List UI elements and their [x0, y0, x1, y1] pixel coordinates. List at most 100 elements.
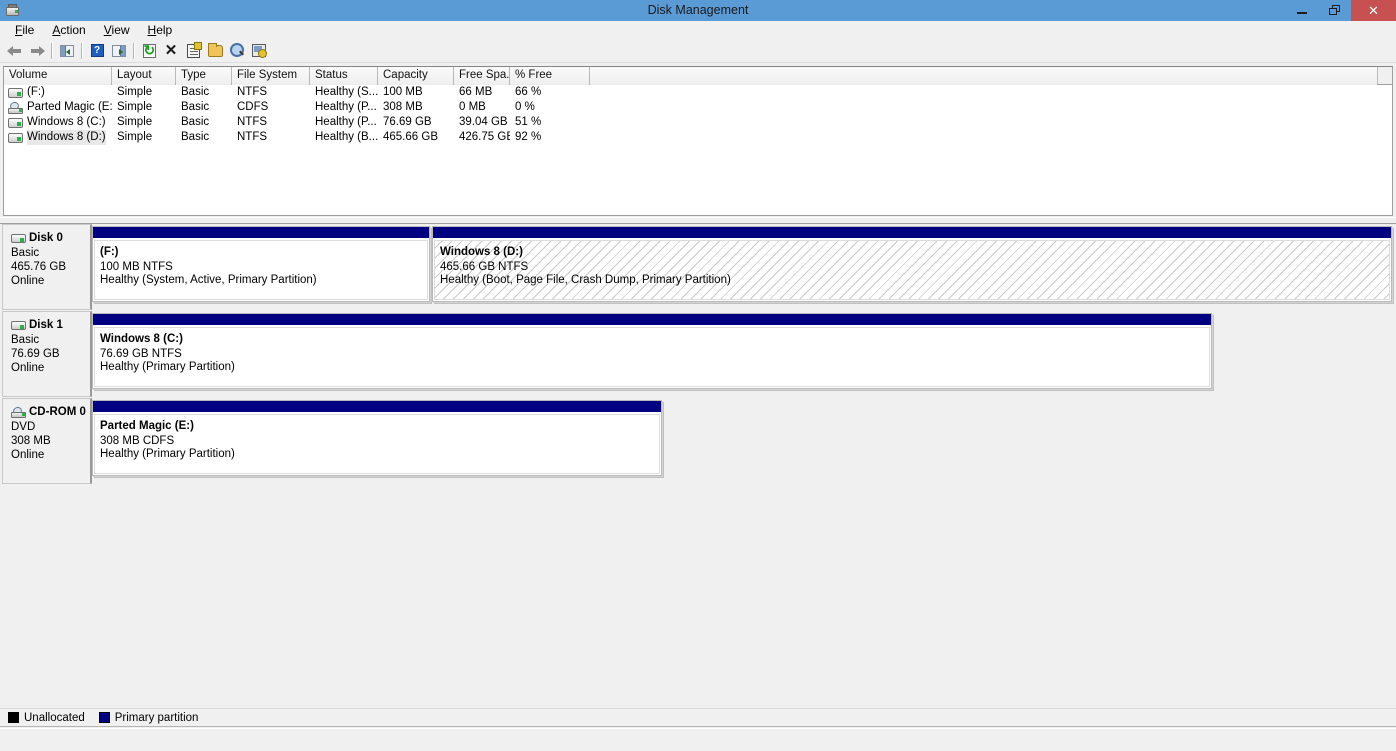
show-hide-console-tree-icon [112, 45, 126, 57]
disk-size: 308 MB [11, 434, 90, 448]
partition-title: (F:) [100, 246, 427, 260]
hard-drive-icon [8, 118, 23, 128]
table-row[interactable]: Windows 8 (C:)SimpleBasicNTFSHealthy (P.… [4, 115, 1392, 130]
properties-icon [187, 44, 200, 58]
minimize-button[interactable] [1285, 0, 1318, 21]
cell-free-space: 66 MB [454, 85, 510, 100]
volume-name-cell: Windows 8 (D:) [4, 130, 112, 145]
legend: Unallocated Primary partition [0, 708, 1396, 727]
graphical-view: Disk 0Basic465.76 GBOnline(F:)100 MB NTF… [0, 223, 1396, 708]
restore-icon [1329, 5, 1340, 16]
cell-capacity: 308 MB [378, 100, 454, 115]
legend-swatch [8, 712, 19, 723]
partition-block[interactable]: (F:)100 MB NTFSHealthy (System, Active, … [92, 226, 430, 302]
volume-name-cell: Windows 8 (C:) [4, 115, 112, 130]
toolbar-separator [81, 43, 83, 59]
column-header-free-spa[interactable]: Free Spa... [454, 67, 510, 85]
cell-layout: Simple [112, 115, 176, 130]
table-row[interactable]: Parted Magic (E:)SimpleBasicCDFSHealthy … [4, 100, 1392, 115]
disk-info-panel[interactable]: Disk 0Basic465.76 GBOnline [2, 224, 92, 310]
cell-free-space: 0 MB [454, 100, 510, 115]
menu-action[interactable]: Action [43, 22, 94, 38]
menu-view[interactable]: View [95, 22, 139, 38]
cell-layout: Simple [112, 130, 176, 145]
toolbar: ? ✕ [0, 39, 1396, 63]
disk-title: Disk 1 [11, 318, 90, 332]
legend-label: Unallocated [24, 712, 85, 724]
volume-label: Parted Magic (E:) [27, 100, 112, 115]
partition-block[interactable]: Parted Magic (E:)308 MB CDFSHealthy (Pri… [92, 400, 662, 476]
volume-list[interactable]: VolumeLayoutTypeFile SystemStatusCapacit… [3, 66, 1393, 216]
column-header-status[interactable]: Status [310, 67, 378, 85]
partition-block[interactable]: Windows 8 (D:)465.66 GB NTFSHealthy (Boo… [432, 226, 1392, 302]
disk-size: 465.76 GB [11, 260, 90, 274]
volume-label: Windows 8 (D:) [27, 130, 106, 145]
menu-help[interactable]: Help [139, 22, 182, 38]
cell-layout: Simple [112, 100, 176, 115]
cell-percent-free: 92 % [510, 130, 590, 145]
disk-status: Online [11, 448, 90, 462]
menu-file[interactable]: File [6, 22, 43, 38]
column-header-volume[interactable]: Volume [4, 67, 112, 85]
cell-status: Healthy (P... [310, 115, 378, 130]
window-titlebar[interactable]: Disk Management ✕ [0, 0, 1396, 21]
partition-size-fs: 308 MB CDFS [100, 435, 659, 449]
disk-name: Disk 0 [29, 231, 63, 245]
volume-name-cell: (F:) [4, 85, 112, 100]
legend-label: Primary partition [115, 712, 199, 724]
partition-health: Healthy (Primary Partition) [100, 448, 659, 462]
open-icon [208, 45, 223, 57]
forward-button[interactable] [26, 40, 48, 62]
column-header-type[interactable]: Type [176, 67, 232, 85]
rescan-disks-button[interactable] [248, 40, 270, 62]
disk-size: 76.69 GB [11, 347, 90, 361]
cell-status: Healthy (B... [310, 130, 378, 145]
cell-status: Healthy (S... [310, 85, 378, 100]
statusbar-text [0, 729, 1396, 751]
disk-info-panel[interactable]: Disk 1Basic76.69 GBOnline [2, 311, 92, 397]
cell-file-system: NTFS [232, 115, 310, 130]
table-row[interactable]: Windows 8 (D:)SimpleBasicNTFSHealthy (B.… [4, 130, 1392, 145]
volume-list-rows: (F:)SimpleBasicNTFSHealthy (S...100 MB66… [4, 85, 1392, 145]
cell-type: Basic [176, 115, 232, 130]
cell-layout: Simple [112, 85, 176, 100]
show-hide-console-tree-button[interactable] [108, 40, 130, 62]
disk-name: CD-ROM 0 [29, 405, 86, 419]
cell-percent-free: 51 % [510, 115, 590, 130]
restore-button[interactable] [1318, 0, 1351, 21]
hard-drive-icon [8, 88, 23, 98]
partition-health: Healthy (System, Active, Primary Partiti… [100, 274, 427, 288]
partition-title: Windows 8 (D:) [440, 246, 1389, 260]
zoom-button[interactable] [226, 40, 248, 62]
delete-button[interactable]: ✕ [160, 40, 182, 62]
cd-rom-icon [8, 102, 23, 114]
partition-strip: (F:)100 MB NTFSHealthy (System, Active, … [92, 224, 1392, 310]
disk-title: CD-ROM 0 [11, 405, 90, 419]
help-button[interactable]: ? [86, 40, 108, 62]
refresh-button[interactable] [138, 40, 160, 62]
disk-row: Disk 1Basic76.69 GBOnlineWindows 8 (C:)7… [2, 311, 1212, 397]
help-icon: ? [91, 44, 104, 57]
column-header-capacity[interactable]: Capacity [378, 67, 454, 85]
hard-drive-icon [11, 234, 26, 243]
column-header-layout[interactable]: Layout [112, 67, 176, 85]
partition-color-bar [433, 227, 1391, 239]
column-header-blank[interactable] [590, 67, 1378, 85]
volume-list-header: VolumeLayoutTypeFile SystemStatusCapacit… [4, 67, 1392, 85]
column-header-free[interactable]: % Free [510, 67, 590, 85]
close-button[interactable]: ✕ [1351, 0, 1396, 21]
toolbar-separator [133, 43, 135, 59]
table-row[interactable]: (F:)SimpleBasicNTFSHealthy (S...100 MB66… [4, 85, 1392, 100]
properties-button[interactable] [182, 40, 204, 62]
open-button[interactable] [204, 40, 226, 62]
column-header-file-system[interactable]: File System [232, 67, 310, 85]
partition-health: Healthy (Primary Partition) [100, 361, 1209, 375]
up-one-level-button[interactable] [56, 40, 78, 62]
cell-capacity: 76.69 GB [378, 115, 454, 130]
partition-block[interactable]: Windows 8 (C:)76.69 GB NTFSHealthy (Prim… [92, 313, 1212, 389]
back-button[interactable] [4, 40, 26, 62]
partition-details: (F:)100 MB NTFSHealthy (System, Active, … [94, 240, 428, 300]
hard-drive-icon [11, 321, 26, 330]
disk-info-panel[interactable]: CD-ROM 0DVD308 MBOnline [2, 398, 92, 484]
partition-title: Parted Magic (E:) [100, 420, 659, 434]
